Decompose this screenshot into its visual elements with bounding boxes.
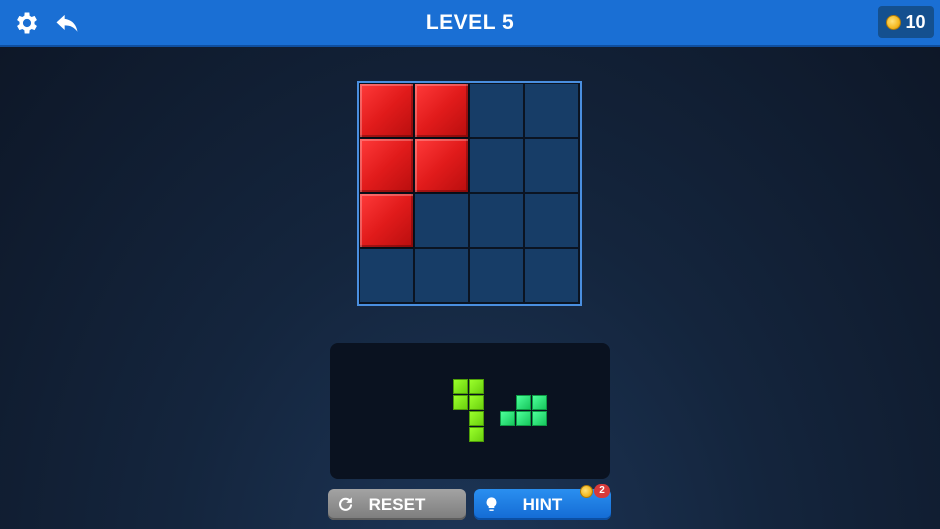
top-bar: LEVEL 5 10 [0, 0, 940, 45]
piece-block [453, 379, 468, 394]
level-title: LEVEL 5 [425, 11, 515, 34]
piece-block [532, 411, 547, 426]
filled-cell[interactable] [360, 194, 413, 247]
hint-cost: 2 [594, 484, 610, 498]
empty-cell[interactable] [470, 194, 523, 247]
piece-tray [330, 343, 610, 479]
empty-cell[interactable] [470, 249, 523, 302]
coin-icon [580, 484, 593, 498]
piece-block [500, 411, 515, 426]
filled-cell[interactable] [415, 84, 468, 137]
empty-cell[interactable] [525, 249, 578, 302]
piece-block [516, 395, 531, 410]
empty-cell[interactable] [525, 84, 578, 137]
piece-block [453, 395, 468, 410]
settings-button[interactable] [10, 6, 44, 40]
empty-cell[interactable] [525, 194, 578, 247]
empty-cell[interactable] [525, 139, 578, 192]
filled-cell[interactable] [360, 139, 413, 192]
coin-count: 10 [905, 11, 926, 32]
piece-block [516, 411, 531, 426]
filled-cell[interactable] [415, 139, 468, 192]
empty-cell[interactable] [415, 194, 468, 247]
gear-icon [17, 12, 37, 34]
undo-arrow-icon [56, 14, 78, 32]
empty-cell[interactable] [470, 84, 523, 137]
hint-cost-badge: 2 [578, 483, 613, 499]
piece-block [469, 411, 484, 426]
puzzle-board[interactable] [357, 81, 582, 306]
piece-block [469, 427, 484, 442]
piece-block [532, 395, 547, 410]
piece-block [469, 395, 484, 410]
empty-cell[interactable] [360, 249, 413, 302]
empty-cell[interactable] [415, 249, 468, 302]
reset-label: RESET [368, 495, 426, 514]
back-button[interactable] [50, 6, 84, 40]
reset-button[interactable]: RESET [328, 489, 466, 520]
coin-icon [886, 14, 902, 30]
hint-button[interactable]: HINT 2 [474, 484, 611, 520]
empty-cell[interactable] [470, 139, 523, 192]
piece-block [469, 379, 484, 394]
coin-counter: 10 [878, 6, 934, 38]
filled-cell[interactable] [360, 84, 413, 137]
